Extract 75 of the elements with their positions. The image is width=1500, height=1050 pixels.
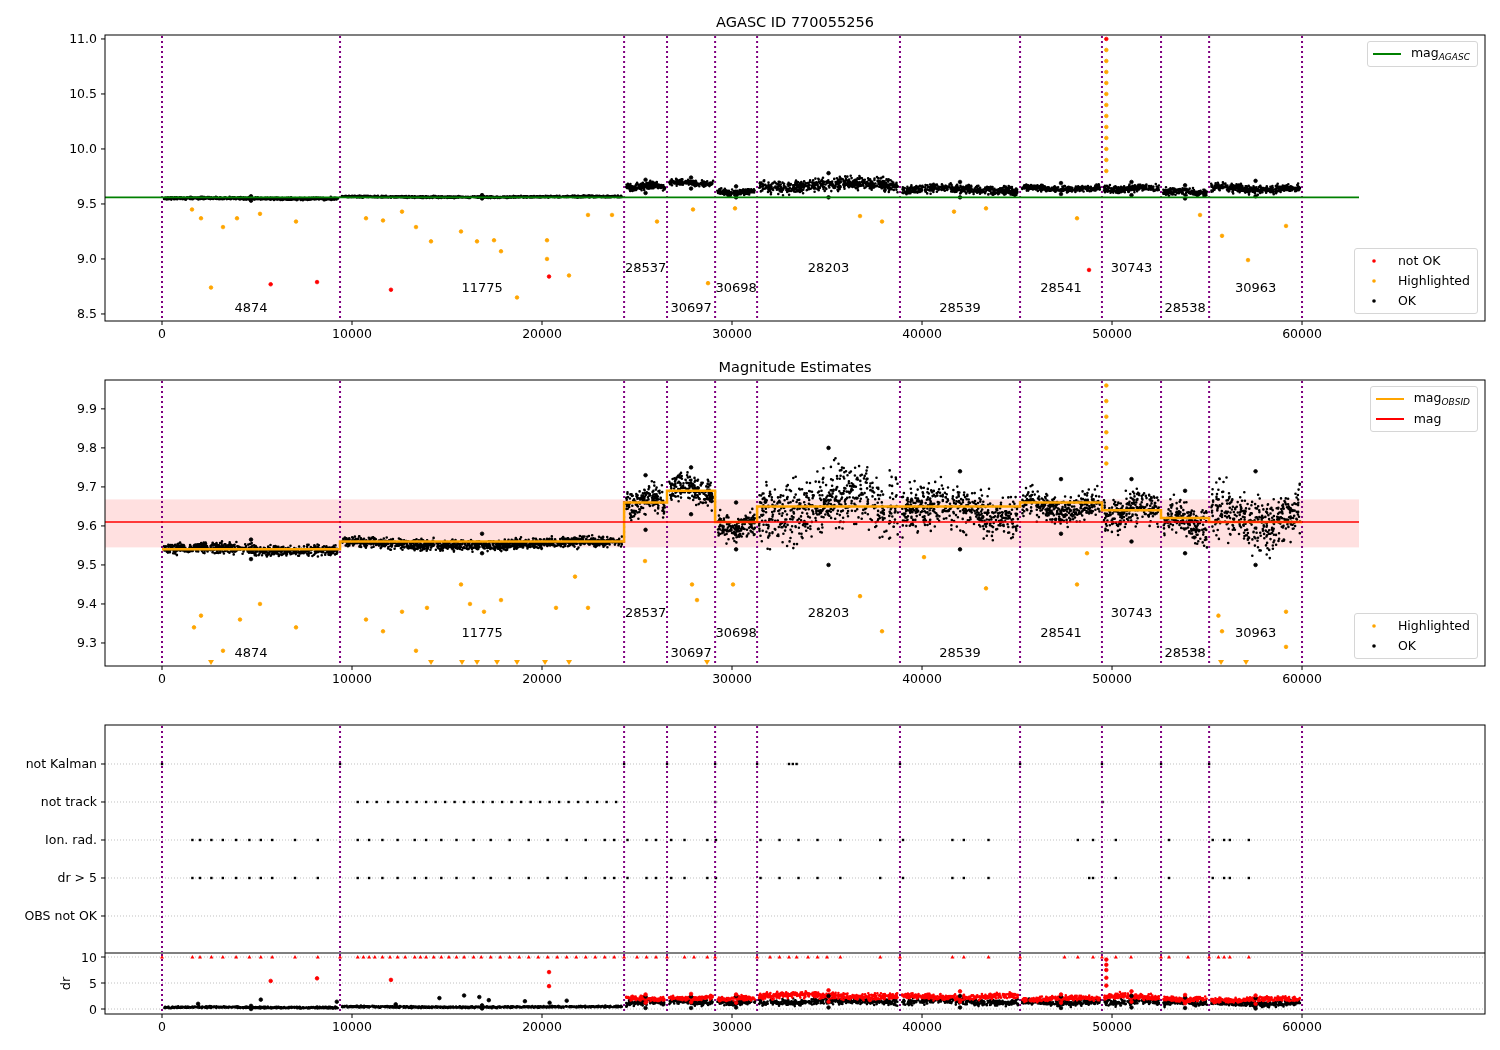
obsid-label: 30963 bbox=[1234, 279, 1277, 295]
legend-label: not OK bbox=[1397, 253, 1441, 268]
axis-tick-label: 9.0 bbox=[77, 251, 97, 267]
axis-tick-label: 9.5 bbox=[77, 196, 97, 212]
obsid-label: 30697 bbox=[670, 299, 712, 315]
axis-label: dr bbox=[58, 976, 73, 991]
axis-tick-label: 60000 bbox=[1282, 671, 1322, 686]
obsid-label: 30697 bbox=[670, 644, 712, 660]
axis-tick-label: 40000 bbox=[902, 326, 942, 341]
obsid-label: 28537 bbox=[624, 259, 667, 275]
axis-tick-label: 10000 bbox=[332, 326, 372, 341]
axis-tick-label: 0 bbox=[158, 671, 166, 686]
obsid-label: 30698 bbox=[715, 279, 757, 295]
legend-label: OK bbox=[1397, 293, 1416, 308]
obsid-label: 30698 bbox=[715, 624, 757, 640]
axis-tick-label: 20000 bbox=[522, 671, 562, 686]
axis-tick-label: 20000 bbox=[522, 1019, 562, 1034]
obsid-label: 30743 bbox=[1110, 259, 1153, 275]
obsid-label: 28541 bbox=[1040, 279, 1082, 295]
axis-tick-label: 30000 bbox=[712, 326, 752, 341]
axis-tick-label: 10.0 bbox=[69, 141, 97, 157]
obsid-label: 28538 bbox=[1164, 644, 1206, 660]
axis-tick-label: 50000 bbox=[1092, 1019, 1132, 1034]
obsid-label: 28539 bbox=[939, 644, 981, 660]
obsid-label: 30963 bbox=[1234, 624, 1277, 640]
axis-tick-label: 9.3 bbox=[77, 635, 97, 651]
legend-label: mag$_{OBSID}$ bbox=[1413, 390, 1470, 407]
obsid-label: 28537 bbox=[624, 604, 667, 620]
obsid-label: 28539 bbox=[939, 299, 981, 315]
axis-tick-label: 60000 bbox=[1282, 1019, 1322, 1034]
obsid-label: 28203 bbox=[807, 604, 850, 620]
legend-label: Highlighted bbox=[1397, 618, 1470, 633]
axis-tick-label: 30000 bbox=[712, 1019, 752, 1034]
axis-tick-label: 0 bbox=[158, 326, 166, 341]
axis-tick-label: OBS not OK bbox=[24, 908, 97, 924]
axis-tick-label: 9.9 bbox=[77, 401, 97, 417]
obsid-label: 30743 bbox=[1110, 604, 1153, 620]
obsid-label: 11775 bbox=[461, 279, 503, 295]
axis-tick-label: 10.5 bbox=[69, 86, 97, 102]
axis-tick-label: 60000 bbox=[1282, 326, 1322, 341]
obsid-label: 28541 bbox=[1040, 624, 1082, 640]
axis-tick-label: 50000 bbox=[1092, 671, 1132, 686]
axis-tick-label: 30000 bbox=[712, 671, 752, 686]
legend-label: Highlighted bbox=[1397, 273, 1470, 288]
axis-tick-label: 10000 bbox=[332, 1019, 372, 1034]
obsid-label: 11775 bbox=[461, 624, 503, 640]
obsid-label: 28203 bbox=[807, 259, 850, 275]
axis-tick-label: 20000 bbox=[522, 326, 562, 341]
axis-tick-label: 8.5 bbox=[77, 306, 97, 322]
axis-tick-label: 9.5 bbox=[77, 557, 97, 573]
axis-tick-label: Ion. rad. bbox=[45, 832, 97, 848]
axis-tick-label: 50000 bbox=[1092, 326, 1132, 341]
legend-label: mag$_{AGASC}$ bbox=[1410, 45, 1470, 62]
axis-tick-label: 9.7 bbox=[77, 479, 97, 495]
axis-tick-label: not Kalman bbox=[25, 756, 97, 772]
axis-tick-label: 11.0 bbox=[69, 31, 97, 47]
axis-tick-label: 9.4 bbox=[77, 596, 97, 612]
axis-tick-label: 10 bbox=[81, 953, 97, 965]
obsid-label: 28538 bbox=[1164, 299, 1206, 315]
axis-tick-label: 9.8 bbox=[77, 440, 97, 456]
axis-tick-label: 5 bbox=[89, 975, 97, 991]
obsid-label: 4874 bbox=[234, 644, 268, 660]
axis-tick-label: 0 bbox=[89, 1001, 97, 1017]
chart-title: Magnitude Estimates bbox=[718, 359, 872, 375]
axis-tick-label: 40000 bbox=[902, 1019, 942, 1034]
axis-tick-label: not track bbox=[40, 794, 97, 810]
axis-tick-label: 9.6 bbox=[77, 518, 97, 534]
chart-title: AGASC ID 770055256 bbox=[716, 14, 874, 30]
axis-tick-label: 0 bbox=[158, 1019, 166, 1034]
axis-tick-label: dr > 5 bbox=[57, 870, 97, 886]
legend-label: OK bbox=[1397, 638, 1416, 653]
axis-tick-label: 10000 bbox=[332, 671, 372, 686]
legend-label: mag bbox=[1413, 411, 1442, 426]
axis-tick-label: 40000 bbox=[902, 671, 942, 686]
obsid-label: 4874 bbox=[234, 299, 268, 315]
